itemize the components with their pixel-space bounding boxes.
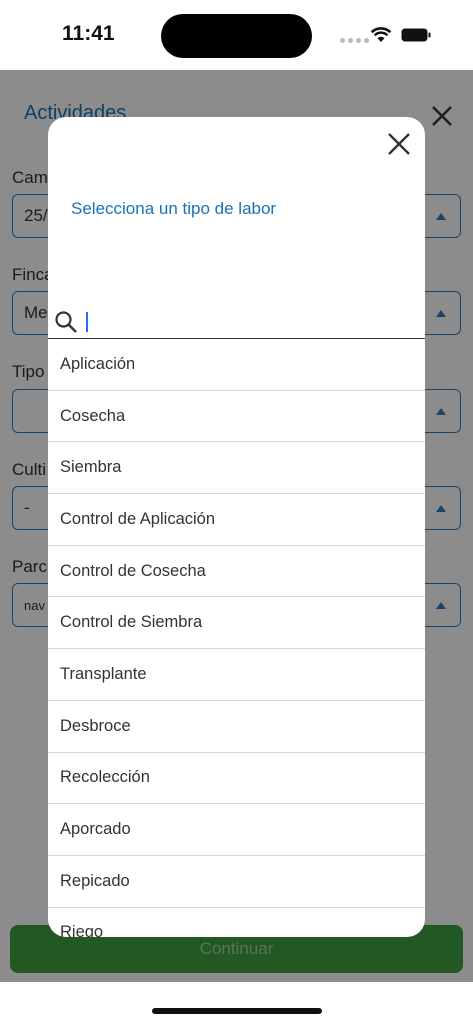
labor-type-list: Aplicación Cosecha Siembra Control de Ap… — [48, 339, 425, 937]
cellular-signal-icon — [340, 38, 369, 43]
list-item[interactable]: Control de Aplicación — [48, 494, 425, 546]
search-input[interactable] — [84, 309, 404, 335]
list-item[interactable]: Cosecha — [48, 391, 425, 443]
text-caret — [86, 312, 88, 332]
modal-title: Selecciona un tipo de labor — [71, 199, 277, 218]
status-time: 11:41 — [62, 22, 115, 45]
list-item[interactable]: Control de Siembra — [48, 597, 425, 650]
list-item[interactable]: Recolección — [48, 753, 425, 805]
search-bar — [48, 305, 425, 339]
status-bar: 11:41 — [0, 0, 473, 70]
list-item[interactable]: Repicado — [48, 856, 425, 908]
dynamic-island — [161, 14, 312, 58]
labor-type-modal: Selecciona un tipo de labor Aplicación C… — [48, 117, 425, 937]
search-icon — [55, 311, 77, 333]
list-item[interactable]: Aporcado — [48, 804, 425, 856]
list-item[interactable]: Aplicación — [48, 339, 425, 391]
list-item[interactable]: Desbroce — [48, 701, 425, 753]
list-item[interactable]: Transplante — [48, 649, 425, 701]
bottom-bar — [0, 982, 473, 1024]
home-indicator[interactable] — [152, 1008, 322, 1014]
list-item[interactable]: Control de Cosecha — [48, 546, 425, 598]
wifi-icon — [370, 27, 392, 42]
close-icon[interactable] — [386, 131, 412, 157]
list-item[interactable]: Riego — [48, 908, 425, 937]
battery-icon — [401, 28, 431, 42]
list-item[interactable]: Siembra — [48, 442, 425, 495]
